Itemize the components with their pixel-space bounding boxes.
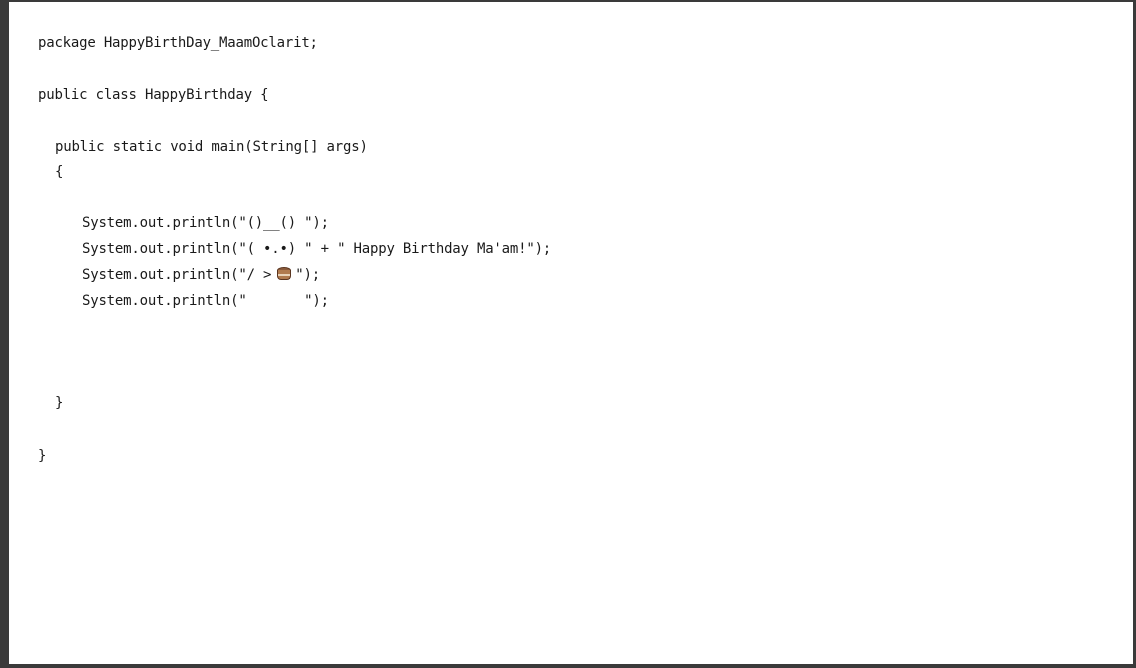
code-line-main-open-brace: {: [55, 164, 64, 180]
code-line-class-declaration: public class HappyBirthday {: [38, 87, 269, 103]
code-line-print-3-end: ");: [295, 267, 320, 283]
window-frame: package HappyBirthDay_MaamOclarit; publi…: [0, 0, 1136, 668]
code-line-package: package HappyBirthDay_MaamOclarit;: [38, 35, 318, 51]
birthday-cake-icon: [275, 266, 292, 282]
code-line-print-3-start: System.out.println("/ >: [82, 267, 272, 283]
code-line-class-close-brace: }: [38, 448, 47, 464]
code-line-print-1: System.out.println("()__() ");: [82, 215, 329, 231]
code-line-main-close-brace: }: [55, 395, 64, 411]
code-line-print-3: System.out.println("/ > ");: [82, 266, 320, 284]
code-line-main-method: public static void main(String[] args): [55, 139, 368, 155]
code-area[interactable]: package HappyBirthDay_MaamOclarit; publi…: [9, 2, 1133, 664]
code-line-print-2: System.out.println("( •.•) " + " Happy B…: [82, 241, 552, 257]
code-line-print-4: System.out.println(" ");: [82, 293, 329, 309]
